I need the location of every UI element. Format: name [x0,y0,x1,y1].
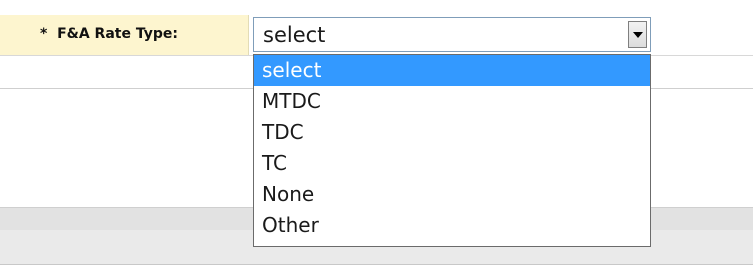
top-spacer [0,0,753,15]
option-select[interactable]: select [254,55,650,86]
rate-type-options: select MTDC TDC TC None Other [253,54,651,247]
option-mtdc[interactable]: MTDC [254,86,650,117]
option-tc[interactable]: TC [254,148,650,179]
option-other[interactable]: Other [254,210,650,241]
required-marker: * [40,26,48,42]
field-label: * F&A Rate Type: [40,26,178,42]
select-current-value: select [263,23,326,47]
option-tdc[interactable]: TDC [254,117,650,148]
chevron-down-icon[interactable] [628,21,647,48]
option-none[interactable]: None [254,179,650,210]
rate-type-select[interactable]: select [253,17,651,52]
field-label-text: F&A Rate Type: [57,26,178,42]
